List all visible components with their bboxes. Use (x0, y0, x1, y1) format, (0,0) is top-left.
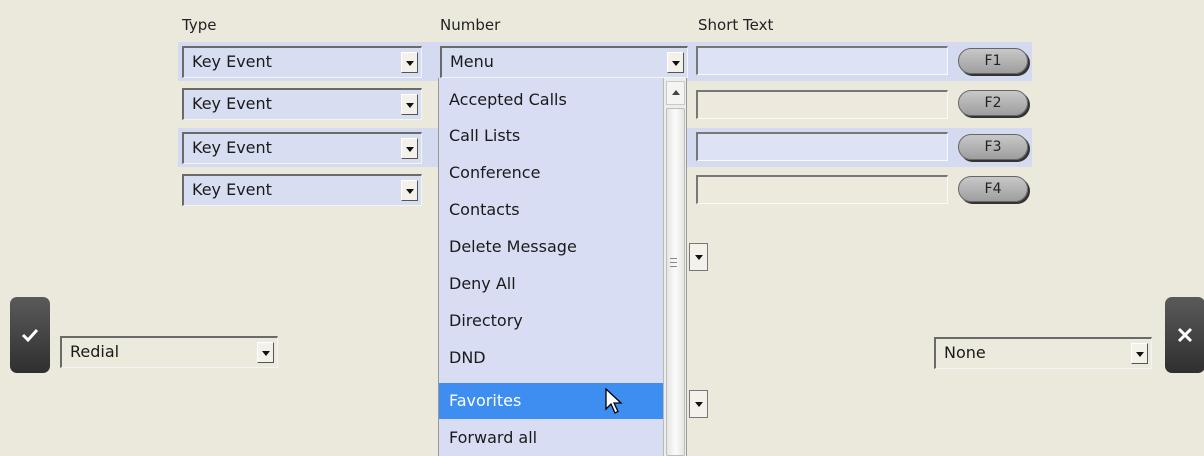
number-select-value: Menu (450, 52, 494, 71)
dropdown-option-selected[interactable]: Favorites (439, 383, 663, 419)
dropdown-option[interactable]: Conference (439, 155, 663, 191)
mouse-cursor-icon (605, 388, 623, 414)
dropdown-option[interactable]: Contacts (439, 192, 663, 228)
short-text-input-row4[interactable] (696, 175, 948, 204)
hidden-select-arrow[interactable] (689, 243, 708, 271)
chevron-down-icon[interactable] (401, 180, 418, 201)
chevron-down-icon[interactable] (401, 52, 418, 73)
chevron-down-icon[interactable] (401, 138, 418, 159)
dropdown-option[interactable]: DND (439, 340, 663, 376)
right-select-value: None (944, 343, 986, 362)
short-text-input-row1[interactable] (696, 46, 948, 75)
chevron-down-icon[interactable] (667, 52, 684, 73)
type-select-value: Key Event (192, 180, 272, 199)
chevron-down-icon[interactable] (257, 342, 274, 363)
dropdown-scrollbar[interactable] (663, 78, 686, 456)
type-select-value: Key Event (192, 94, 272, 113)
type-select-row4[interactable]: Key Event (182, 174, 422, 206)
check-icon (21, 328, 39, 343)
confirm-button[interactable] (10, 297, 50, 373)
short-text-input-row2[interactable] (696, 90, 948, 119)
type-select-row2[interactable]: Key Event (182, 88, 422, 120)
close-icon (1177, 327, 1193, 343)
left-select[interactable]: Redial (60, 336, 278, 368)
type-select-value: Key Event (192, 138, 272, 157)
number-select[interactable]: Menu (440, 46, 688, 78)
dropdown-option[interactable]: Directory (439, 303, 663, 339)
dropdown-option[interactable]: Delete Message (439, 229, 663, 265)
f2-button[interactable]: F2 (958, 90, 1028, 116)
right-select[interactable]: None (934, 337, 1152, 369)
chevron-down-icon[interactable] (1131, 343, 1148, 364)
short-text-input-row3[interactable] (696, 132, 948, 161)
type-select-row1[interactable]: Key Event (182, 46, 422, 78)
type-column-header: Type (182, 16, 217, 34)
dropdown-option[interactable]: Call Lists (439, 118, 663, 154)
f3-button[interactable]: F3 (958, 134, 1028, 160)
f1-button[interactable]: F1 (958, 48, 1028, 74)
type-select-value: Key Event (192, 52, 272, 71)
f4-button[interactable]: F4 (958, 176, 1028, 202)
dropdown-option[interactable]: Accepted Calls (439, 82, 663, 118)
scrollbar-thumb[interactable] (666, 108, 685, 456)
scroll-up-icon[interactable] (666, 81, 685, 105)
hidden-select-arrow[interactable] (689, 390, 708, 418)
number-column-header: Number (440, 16, 501, 34)
dropdown-option[interactable]: Forward all (439, 420, 663, 456)
left-select-value: Redial (70, 342, 120, 361)
chevron-down-icon[interactable] (401, 94, 418, 115)
cancel-button[interactable] (1165, 297, 1204, 373)
grip-icon (670, 258, 677, 267)
number-dropdown-list[interactable]: Accepted Calls Call Lists Conference Con… (438, 78, 687, 456)
short-text-column-header: Short Text (698, 16, 774, 34)
dropdown-option[interactable]: Deny All (439, 266, 663, 302)
type-select-row3[interactable]: Key Event (182, 132, 422, 164)
